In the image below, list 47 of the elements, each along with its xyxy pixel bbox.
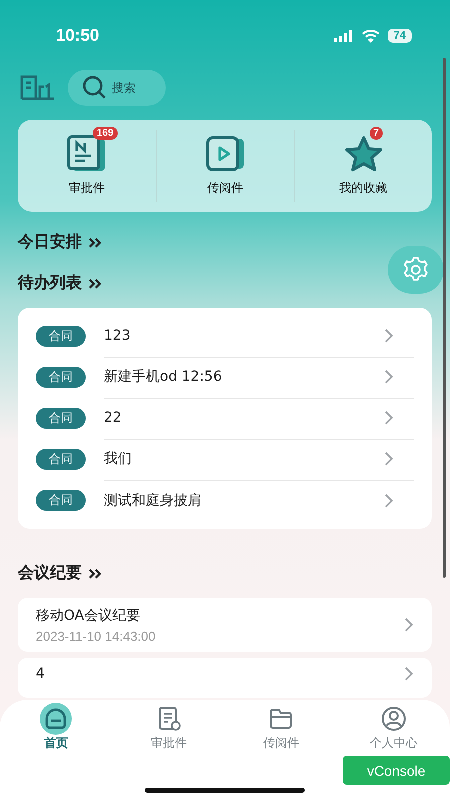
meeting-card[interactable]: 移动OA会议纪要 2023-11-10 14:43:00 (18, 598, 432, 652)
section-heading[interactable]: 待办列表 (18, 273, 82, 294)
todo-title[interactable]: 22 (104, 410, 384, 426)
status-time: 10:50 (56, 26, 100, 46)
search-icon (82, 75, 108, 101)
search-field[interactable]: 搜索 (112, 81, 152, 95)
todo-title[interactable]: 新建手机od 12:56 (104, 368, 384, 386)
shortcut-label[interactable]: 审批件 (69, 180, 105, 197)
double-chevron-icon (88, 278, 102, 290)
settings-button[interactable] (388, 246, 444, 294)
tab-item[interactable]: 个人中心 (338, 703, 450, 751)
chevron-right-icon (384, 492, 394, 508)
wifi-icon (362, 30, 380, 42)
signal-icon (334, 30, 354, 42)
shortcut-label[interactable]: 传阅件 (208, 180, 244, 197)
person-icon (380, 705, 408, 733)
meeting-title: 移动OA会议纪要 (36, 606, 142, 624)
shortcut-label[interactable]: 我的收藏 (340, 180, 388, 197)
tab-item[interactable]: 传阅件 (225, 703, 338, 751)
meeting-date: 2023-11-10 14:43:00 (36, 628, 157, 644)
battery-level: 74 (388, 29, 412, 43)
double-chevron-icon (88, 236, 102, 248)
section-heading[interactable]: 会议纪要 (18, 563, 82, 584)
tab-item[interactable]: 首页 (0, 703, 112, 751)
chevron-right-icon (384, 369, 394, 385)
todo-title[interactable]: 我们 (104, 450, 384, 468)
count-badge: 7 (370, 127, 384, 140)
meeting-title: 4 (36, 666, 46, 682)
chevron-right-icon (404, 617, 414, 633)
meeting-card[interactable]: 4 (18, 658, 432, 698)
building-icon[interactable] (20, 75, 56, 101)
chevron-right-icon (384, 451, 394, 467)
todo-title[interactable]: 123 (104, 328, 384, 344)
chevron-right-icon (384, 328, 394, 344)
settings-icon (402, 256, 430, 284)
double-chevron-icon (88, 568, 102, 580)
count-badge: 169 (93, 127, 118, 140)
tab-item[interactable]: 审批件 (112, 703, 225, 751)
todo-title[interactable]: 测试和庭身披肩 (104, 492, 384, 510)
category-tag: 合同 (36, 490, 86, 511)
category-tag: 合同 (36, 326, 86, 347)
category-tag: 合同 (36, 449, 86, 470)
chevron-right-icon (404, 666, 414, 682)
category-tag: 合同 (36, 408, 86, 429)
category-tag: 合同 (36, 367, 86, 388)
section-heading[interactable]: 今日安排 (18, 232, 82, 253)
chevron-right-icon (384, 410, 394, 426)
